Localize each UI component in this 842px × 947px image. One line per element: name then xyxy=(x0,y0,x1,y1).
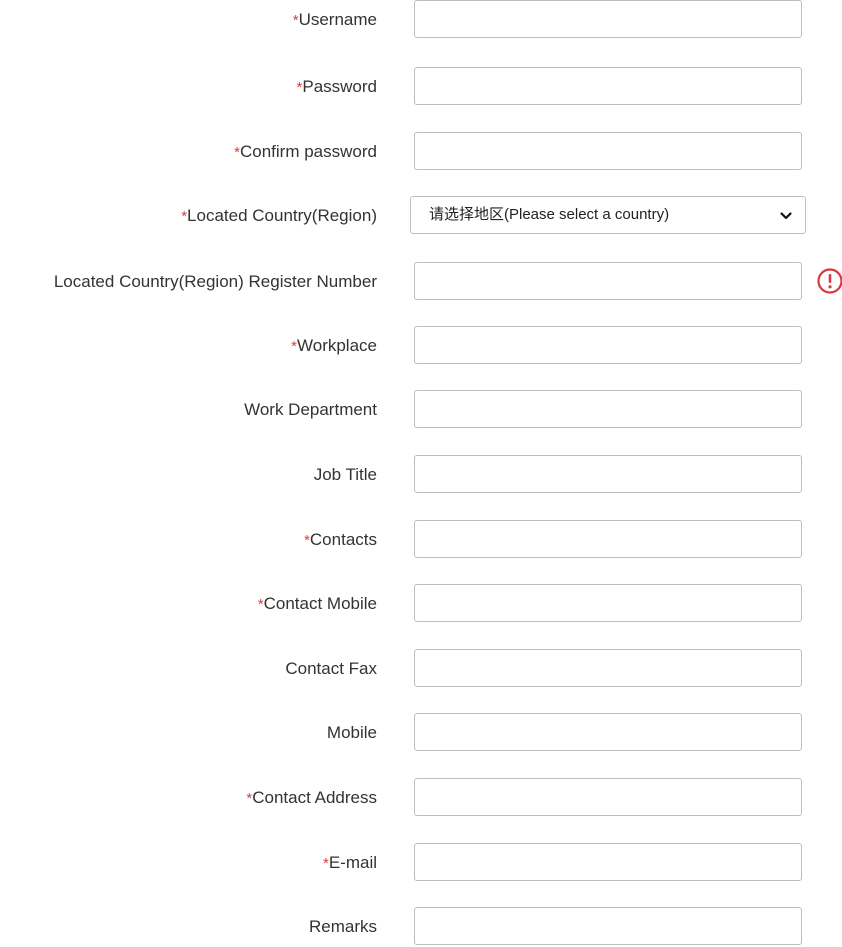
contact-address-label: *Contact Address xyxy=(246,788,377,807)
contact-fax-row: Contact Fax xyxy=(0,649,842,689)
exclamation-circle-icon xyxy=(817,268,842,294)
username-input[interactable] xyxy=(414,0,802,38)
remarks-label: Remarks xyxy=(308,917,377,936)
username-row: *Username xyxy=(0,0,842,40)
work-department-input[interactable] xyxy=(414,390,802,428)
work-department-row: Work Department xyxy=(0,390,842,430)
workplace-input[interactable] xyxy=(414,326,802,364)
registration-form: *Username *Password *Confirm password *L… xyxy=(0,0,842,947)
register-number-row: Located Country(Region) Register Number xyxy=(0,262,842,302)
password-label: *Password xyxy=(296,77,377,96)
password-input[interactable] xyxy=(414,67,802,105)
country-select[interactable]: 请选择地区(Please select a country) xyxy=(410,196,806,234)
contact-address-row: *Contact Address xyxy=(0,778,842,818)
job-title-input[interactable] xyxy=(414,455,802,493)
mobile-input[interactable] xyxy=(414,713,802,751)
password-row: *Password xyxy=(0,67,842,107)
mobile-row: Mobile xyxy=(0,713,842,753)
email-label: *E-mail xyxy=(322,853,377,872)
workplace-label: *Workplace xyxy=(291,336,377,355)
contacts-label: *Contacts xyxy=(304,530,377,549)
username-label: *Username xyxy=(292,10,377,29)
contact-fax-input[interactable] xyxy=(414,649,802,687)
email-row: *E-mail xyxy=(0,843,842,883)
contact-mobile-label: *Contact Mobile xyxy=(257,594,377,613)
country-row: *Located Country(Region) 请选择地区(Please se… xyxy=(0,196,842,236)
contact-mobile-input[interactable] xyxy=(414,584,802,622)
mobile-label: Mobile xyxy=(326,723,377,742)
workplace-row: *Workplace xyxy=(0,326,842,366)
contact-mobile-row: *Contact Mobile xyxy=(0,584,842,624)
confirm-password-row: *Confirm password xyxy=(0,132,842,172)
chevron-down-icon xyxy=(780,212,792,220)
contacts-row: *Contacts xyxy=(0,520,842,560)
country-select-value: 请选择地区(Please select a country) xyxy=(429,206,670,223)
contact-fax-label: Contact Fax xyxy=(285,659,377,678)
email-input[interactable] xyxy=(414,843,802,881)
remarks-input[interactable] xyxy=(414,907,802,945)
country-label: *Located Country(Region) xyxy=(181,206,377,225)
register-number-input[interactable] xyxy=(414,262,802,300)
contact-address-input[interactable] xyxy=(414,778,802,816)
work-department-label: Work Department xyxy=(244,400,377,419)
job-title-label: Job Title xyxy=(313,465,377,484)
remarks-row: Remarks xyxy=(0,907,842,947)
register-number-label: Located Country(Region) Register Number xyxy=(53,272,377,291)
contacts-input[interactable] xyxy=(414,520,802,558)
confirm-password-label: *Confirm password xyxy=(234,142,377,161)
job-title-row: Job Title xyxy=(0,455,842,495)
confirm-password-input[interactable] xyxy=(414,132,802,170)
